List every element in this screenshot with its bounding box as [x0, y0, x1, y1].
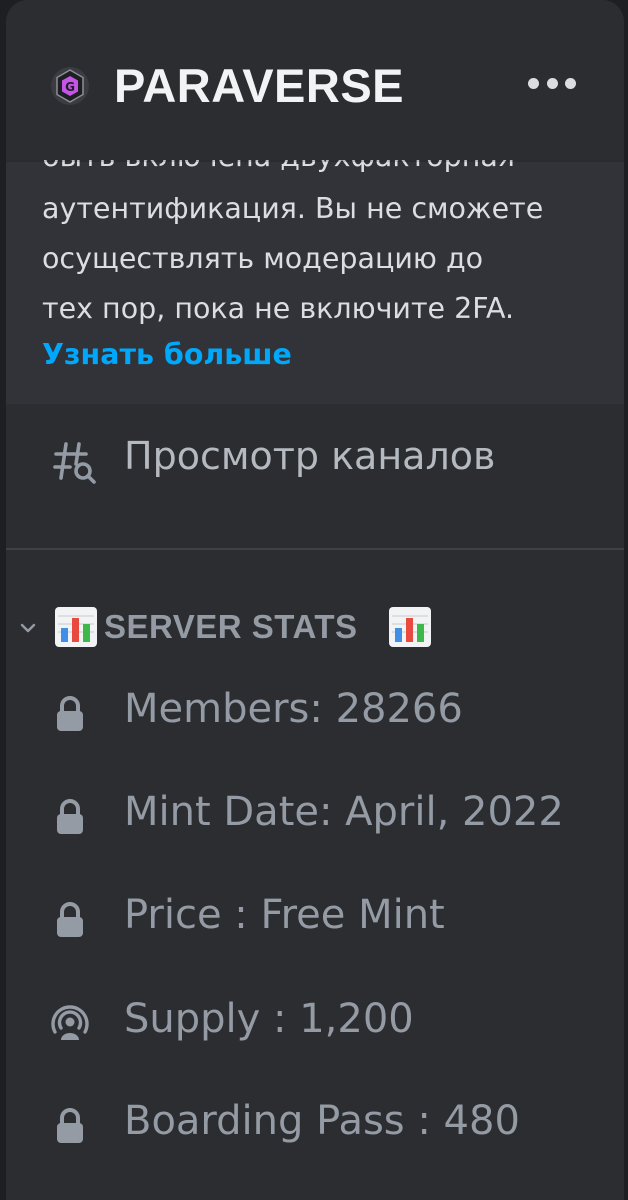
category-server-stats[interactable]: SERVER STATS	[6, 600, 624, 656]
channel-supply[interactable]: Supply : 1,200	[6, 984, 624, 1064]
lock-icon	[57, 696, 83, 731]
notice-line: осуществлять модерацию до	[42, 242, 484, 275]
notice-line: аутентификация. Вы не сможете	[42, 192, 544, 225]
browse-channels-icon	[53, 442, 96, 484]
channel-mint-date[interactable]: Mint Date: April, 2022	[6, 777, 624, 857]
channel-price[interactable]: Price : Free Mint	[6, 880, 624, 960]
channel-label: Supply : 1,200	[124, 996, 414, 1042]
browse-channels-label: Просмотр каналов	[124, 434, 496, 478]
channel-sidebar: быть включена двухфакторная аутентификац…	[6, 0, 624, 1200]
divider	[6, 548, 624, 550]
channel-label: Mint Date: April, 2022	[124, 789, 564, 835]
server-name: PARAVERSE	[114, 59, 405, 112]
channel-label: Members: 28266	[124, 686, 463, 732]
stage-icon	[51, 1005, 89, 1040]
bar-chart-emoji-icon	[55, 607, 97, 647]
lock-icon	[57, 799, 83, 834]
lock-icon	[57, 1108, 83, 1143]
channel-label: Boarding Pass : 480	[124, 1098, 520, 1144]
browse-channels-button[interactable]: Просмотр каналов	[6, 420, 624, 502]
server-header[interactable]: G PARAVERSE	[6, 0, 624, 160]
channel-label: Price : Free Mint	[124, 892, 445, 938]
lock-icon	[57, 902, 83, 937]
category-name: SERVER STATS	[104, 608, 358, 645]
channel-boarding-pass[interactable]: Boarding Pass : 480	[6, 1086, 624, 1166]
svg-text:G: G	[65, 80, 75, 94]
notice-line: тех пор, пока не включите 2FA.	[42, 292, 515, 325]
bar-chart-emoji-icon	[389, 607, 431, 647]
learn-more-link[interactable]: Узнать больше	[42, 338, 292, 371]
more-dots-icon[interactable]	[528, 72, 576, 94]
channel-members[interactable]: Members: 28266	[6, 674, 624, 754]
chevron-down-icon	[20, 623, 36, 633]
paraverse-logo-icon: G	[51, 67, 89, 105]
